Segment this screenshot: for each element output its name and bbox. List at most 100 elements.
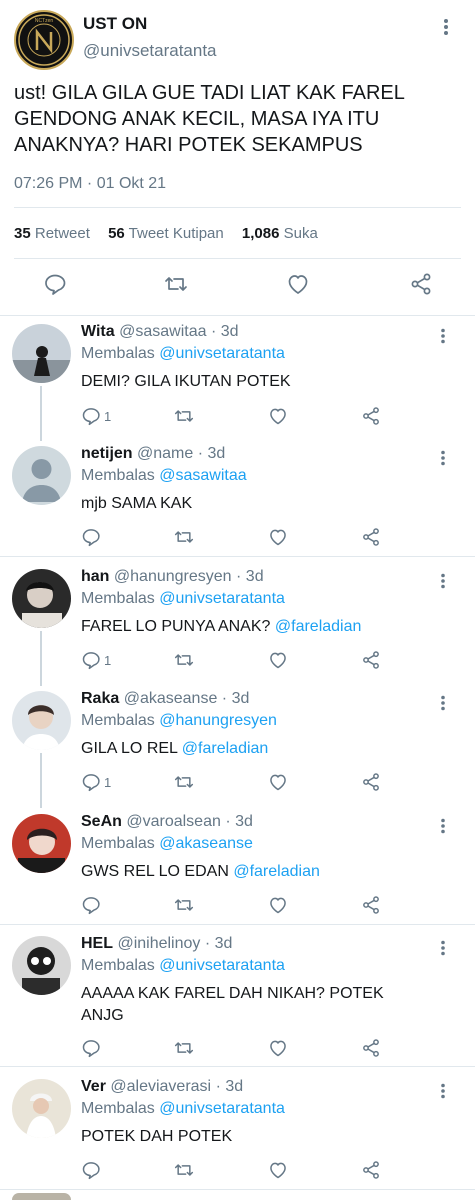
mention-link[interactable]: @fareladian xyxy=(275,618,362,635)
tweet-timestamp[interactable]: 07:26 PM · 01 Okt 21 xyxy=(14,175,166,193)
replying-to-link[interactable]: @sasawitaa xyxy=(159,467,246,484)
share-button[interactable] xyxy=(361,406,381,426)
retweet-button[interactable] xyxy=(173,895,195,915)
more-options-icon[interactable] xyxy=(440,695,446,711)
user-handle[interactable]: @name xyxy=(137,445,193,462)
more-options-icon[interactable] xyxy=(440,818,446,834)
display-name[interactable]: UST ON xyxy=(83,14,147,34)
thread-line xyxy=(40,386,42,441)
replying-to-link[interactable]: @univsetaratanta xyxy=(159,1100,285,1117)
more-options-icon[interactable] xyxy=(440,940,446,956)
retweet-stat[interactable]: 35 Retweet xyxy=(14,225,90,242)
reply-button[interactable] xyxy=(81,895,104,915)
display-name[interactable]: Wita xyxy=(81,323,115,340)
replying-to-link[interactable]: @univsetaratanta xyxy=(159,590,285,607)
like-button[interactable] xyxy=(268,1038,288,1058)
retweet-button[interactable] xyxy=(173,527,195,547)
share-button[interactable] xyxy=(361,650,381,670)
display-name[interactable]: Ver xyxy=(81,1078,106,1095)
share-icon xyxy=(361,527,381,547)
avatar[interactable] xyxy=(12,691,71,750)
reply-button[interactable]: 1 xyxy=(81,772,111,792)
reply-tweet[interactable]: Ver @aleviaverasi · 3d Membalas @univset… xyxy=(0,1071,475,1189)
replying-to-link[interactable]: @hanungresyen xyxy=(159,712,277,729)
display-name[interactable]: han xyxy=(81,568,109,585)
retweet-icon[interactable] xyxy=(163,272,189,296)
display-name[interactable]: HEL xyxy=(81,935,113,952)
avatar[interactable]: NCTzen xyxy=(14,10,74,70)
avatar[interactable] xyxy=(12,569,71,628)
avatar[interactable] xyxy=(12,936,71,995)
user-handle[interactable]: @varoalsean xyxy=(126,813,221,830)
reply-actions: 1 xyxy=(81,772,401,794)
mention-link[interactable]: @fareladian xyxy=(182,740,269,757)
retweet-button[interactable] xyxy=(173,772,195,792)
more-options-icon[interactable] xyxy=(440,573,446,589)
like-button[interactable] xyxy=(268,772,288,792)
divider xyxy=(14,258,461,259)
like-icon xyxy=(268,1038,288,1058)
replying-to-link[interactable]: @univsetaratanta xyxy=(159,345,285,362)
share-button[interactable] xyxy=(361,895,381,915)
share-button[interactable] xyxy=(361,1160,381,1180)
reply-button[interactable]: 1 xyxy=(81,406,111,426)
like-button[interactable] xyxy=(268,527,288,547)
avatar[interactable] xyxy=(12,814,71,873)
reply-text: GILA LO REL @fareladian xyxy=(81,738,421,760)
retweet-button[interactable] xyxy=(173,1038,195,1058)
user-handle[interactable]: @sasawitaa xyxy=(119,323,206,340)
avatar[interactable] xyxy=(12,1193,71,1200)
quote-stat[interactable]: 56 Tweet Kutipan xyxy=(108,225,224,242)
reply-button[interactable]: 1 xyxy=(81,650,111,670)
reply-tweet[interactable]: Wita @sasawitaa · 3d Membalas @univsetar… xyxy=(0,316,475,441)
replying-to: Membalas @univsetaratanta xyxy=(81,345,285,363)
reply-tweet[interactable]: SeAn @varoalsean · 3d Membalas @akaseans… xyxy=(0,806,475,924)
like-button[interactable] xyxy=(268,650,288,670)
mention-link[interactable]: @fareladian xyxy=(233,863,320,880)
reply-tweet[interactable]: han @hanungresyen · 3d Membalas @univset… xyxy=(0,561,475,686)
avatar[interactable] xyxy=(12,446,71,505)
reply-tweet[interactable]: Raka @akaseanse · 3d Membalas @hanungres… xyxy=(0,683,475,808)
avatar[interactable] xyxy=(12,324,71,383)
more-options-icon[interactable] xyxy=(440,450,446,466)
replying-label: Membalas xyxy=(81,957,155,974)
reply-icon[interactable] xyxy=(43,272,67,296)
reply-button[interactable] xyxy=(81,1038,104,1058)
retweet-icon xyxy=(173,772,195,792)
share-button[interactable] xyxy=(361,1038,381,1058)
avatar[interactable] xyxy=(12,1079,71,1138)
like-button[interactable] xyxy=(268,1160,288,1180)
reply-tweet[interactable]: netijen @name · 3d Membalas @sasawitaa m… xyxy=(0,438,475,556)
reply-tweet[interactable]: HEL @inihelinoy · 3d Membalas @univsetar… xyxy=(0,928,475,1066)
user-handle[interactable]: @univsetaratanta xyxy=(83,41,217,61)
more-options-icon[interactable] xyxy=(443,18,449,36)
reply-icon xyxy=(81,772,101,792)
user-handle[interactable]: @aleviaverasi xyxy=(110,1078,211,1095)
share-button[interactable] xyxy=(361,772,381,792)
like-icon[interactable] xyxy=(286,272,310,296)
retweet-button[interactable] xyxy=(173,1160,195,1180)
reply-text: POTEK DAH POTEK xyxy=(81,1126,421,1148)
replying-to-link[interactable]: @akaseanse xyxy=(159,835,253,852)
user-handle[interactable]: @inihelinoy xyxy=(117,935,200,952)
retweet-button[interactable] xyxy=(173,650,195,670)
reply-button[interactable] xyxy=(81,527,104,547)
share-button[interactable] xyxy=(361,527,381,547)
reply-actions xyxy=(81,527,401,549)
like-icon xyxy=(268,895,288,915)
display-name[interactable]: netijen xyxy=(81,445,133,462)
like-button[interactable] xyxy=(268,406,288,426)
retweet-icon xyxy=(173,1160,195,1180)
user-handle[interactable]: @akaseanse xyxy=(124,690,218,707)
retweet-button[interactable] xyxy=(173,406,195,426)
like-button[interactable] xyxy=(268,895,288,915)
more-options-icon[interactable] xyxy=(440,1083,446,1099)
more-options-icon[interactable] xyxy=(440,328,446,344)
like-stat[interactable]: 1,086 Suka xyxy=(242,225,318,242)
share-icon[interactable] xyxy=(409,272,433,296)
display-name[interactable]: SeAn xyxy=(81,813,122,830)
replying-to-link[interactable]: @univsetaratanta xyxy=(159,957,285,974)
display-name[interactable]: Raka xyxy=(81,690,119,707)
user-handle[interactable]: @hanungresyen xyxy=(114,568,232,585)
reply-button[interactable] xyxy=(81,1160,104,1180)
